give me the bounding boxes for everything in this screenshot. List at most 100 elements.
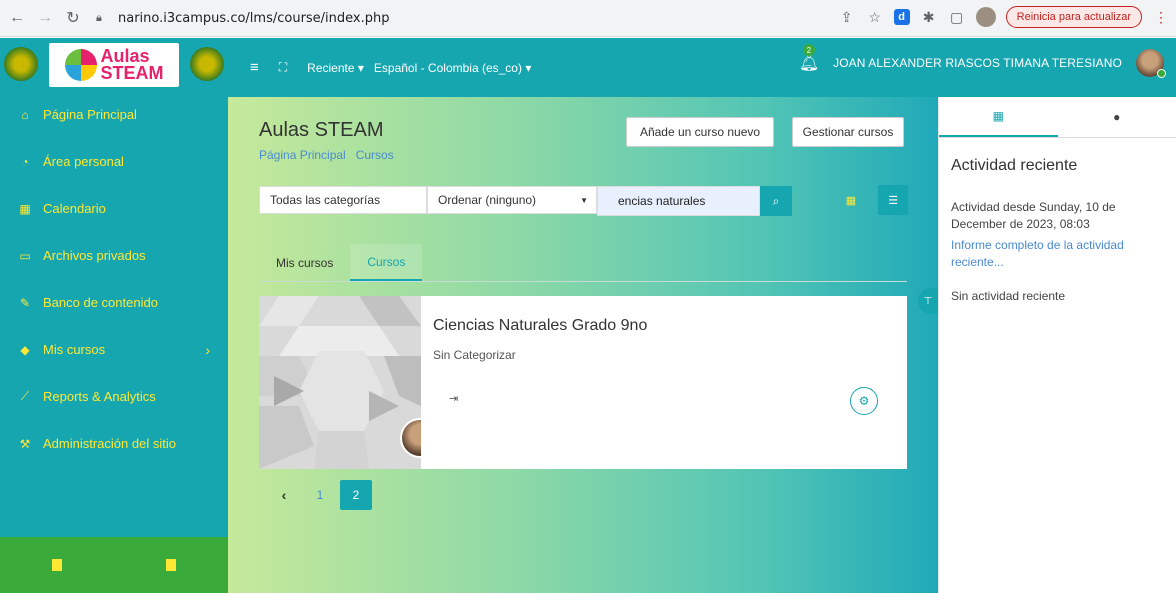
category-select[interactable]: Todas las categorías [259, 186, 427, 214]
user-avatar[interactable] [1136, 49, 1166, 78]
bookmark-star-icon[interactable]: ☆ [866, 8, 884, 26]
lock-icon: 🔒︎ [96, 11, 102, 24]
search-input[interactable]: encias naturales [597, 186, 760, 216]
wrench-icon: ⚒ [19, 436, 31, 451]
graduation-cap-icon: ◆ [20, 342, 30, 357]
breadcrumb: Página Principal Cursos [259, 148, 394, 162]
course-tabs: Mis cursos Cursos [259, 244, 907, 282]
update-browser-button[interactable]: Reinicia para actualizar [1005, 6, 1142, 28]
home-icon: ⌂ [21, 107, 29, 122]
tab-my-courses[interactable]: Mis cursos [259, 244, 350, 281]
page-title: Aulas STEAM [259, 119, 384, 141]
sign-in-icon: ⇥ [449, 393, 459, 405]
user-name[interactable]: JOAN ALEXANDER RIASCOS TIMANA TERESIANO [833, 56, 1122, 70]
sidebar-item-my-courses[interactable]: ◆ Mis cursos › [0, 326, 228, 373]
sidebar-footer [0, 537, 228, 593]
reload-icon[interactable]: ↻ [62, 7, 84, 29]
sidebar-item-calendar[interactable]: ▦ Calendario [0, 185, 228, 232]
sidebar-item-home[interactable]: ⌂ Página Principal [0, 91, 228, 138]
sidebar-item-reports[interactable]: ⟋ Reports & Analytics [0, 373, 228, 420]
right-drawer: ▦ ● Actividad reciente Actividad desde S… [938, 97, 1176, 593]
notification-count-badge: 2 [802, 44, 815, 56]
course-pattern [259, 296, 421, 469]
calendar-icon: ▦ [19, 201, 31, 216]
sidebar-item-label: Mis cursos [43, 342, 106, 357]
drawer-tab-comments-icon[interactable]: ● [1058, 97, 1176, 137]
logo-area: Aulas STEAM [0, 38, 228, 91]
sidebar-item-label: Reports & Analytics [43, 389, 156, 404]
notification-bell-icon[interactable]: 🔔︎ 2 [799, 44, 819, 73]
list-view-icon[interactable]: ☰ [878, 185, 908, 215]
breadcrumb-home[interactable]: Página Principal [259, 148, 346, 162]
dashboard-icon: ◔ [21, 154, 29, 169]
sidebar-item-private-files[interactable]: ▭ Archivos privados [0, 232, 228, 279]
search-button[interactable]: ⌕ [760, 186, 792, 216]
caret-down-icon: ▼ [580, 195, 588, 205]
recent-label: Reciente [307, 60, 355, 75]
pin-icon[interactable]: ⊤ [918, 288, 938, 314]
manage-courses-button[interactable]: Gestionar cursos [792, 117, 904, 147]
course-card[interactable]: Ciencias Naturales Grado 9no Sin Categor… [259, 296, 907, 469]
profile-avatar[interactable] [975, 7, 996, 27]
category-select-value: Todas las categorías [270, 193, 381, 207]
course-category: Sin Categorizar [433, 348, 516, 362]
language-menu[interactable]: Español - Colombia (es_co) ▾ [374, 61, 531, 75]
document-icon[interactable] [52, 559, 62, 571]
chart-icon: ⟋ [20, 389, 30, 403]
sidebar-item-site-admin[interactable]: ⚒ Administración del sitio [0, 420, 228, 467]
online-status-icon [1157, 69, 1166, 78]
hamburger-menu-icon[interactable]: ≡ [250, 59, 259, 76]
drawer-tab-blocks-icon[interactable]: ▦ [939, 97, 1058, 137]
logo-line-1: Aulas [100, 45, 150, 66]
tab-courses[interactable]: Cursos [350, 244, 423, 281]
site-logo[interactable]: Aulas STEAM [49, 42, 179, 87]
back-icon[interactable]: ← [6, 7, 28, 29]
sidebar-item-content-bank[interactable]: ✎ Banco de contenido [0, 279, 228, 326]
logo-mark-icon [64, 48, 97, 81]
grid-view-icon[interactable]: ▦ [840, 187, 862, 213]
sidebar-item-dashboard[interactable]: ◔ Área personal [0, 138, 228, 185]
full-report-link[interactable]: Informe completo de la actividad recient… [951, 237, 1165, 271]
sort-select[interactable]: Ordenar (ninguno) ▼ [427, 186, 597, 214]
side-panel-icon[interactable]: ▢ [948, 8, 966, 26]
pagination-page-1[interactable]: 1 [304, 480, 336, 510]
logo-line-2: STEAM [100, 62, 164, 83]
language-label: Español - Colombia (es_co) [373, 60, 522, 75]
kebab-menu-icon[interactable]: ⋮ [1152, 8, 1170, 26]
main-content: Aulas STEAM Página Principal Cursos Añad… [228, 97, 938, 593]
top-navbar: ≡ ⛶ Reciente ▾ Español - Colombia (es_co… [228, 38, 1176, 97]
add-course-button[interactable]: Añade un curso nuevo [626, 117, 774, 147]
archive-icon[interactable] [166, 559, 176, 571]
sidebar-item-label: Calendario [43, 201, 106, 216]
pagination-prev-icon[interactable]: ‹ [268, 480, 300, 510]
search-icon: ⌕ [772, 193, 780, 208]
sidebar-item-label: Archivos privados [43, 248, 146, 263]
breadcrumb-courses[interactable]: Cursos [356, 148, 394, 162]
extension-icon[interactable]: d [893, 9, 910, 25]
activity-since-text: Actividad desde Sunday, 10 de December d… [951, 200, 1116, 231]
sort-select-value: Ordenar (ninguno) [438, 193, 537, 207]
forward-icon[interactable]: → [34, 7, 56, 29]
gear-icon[interactable]: ⚙ [850, 387, 878, 415]
sidebar-item-label: Administración del sitio [43, 436, 176, 451]
pagination-page-2[interactable]: 2 [340, 480, 372, 510]
recent-activity-heading: Actividad reciente [951, 157, 1078, 174]
course-image[interactable] [259, 296, 421, 469]
seal-icon-left [4, 47, 38, 81]
file-icon: ▭ [19, 248, 31, 263]
share-icon[interactable]: ⇪ [838, 8, 856, 26]
extensions-puzzle-icon[interactable]: ✱ [920, 8, 938, 26]
course-title[interactable]: Ciencias Naturales Grado 9no [433, 317, 647, 335]
no-activity-text: Sin actividad reciente [951, 289, 1066, 303]
seal-icon-right [190, 47, 224, 81]
sidebar: Aulas STEAM ⌂ Página Principal ◔ Área pe… [0, 38, 228, 593]
browser-toolbar: ← → ↻ 🔒︎ narino.i3campus.co/lms/course/i… [0, 0, 1176, 37]
recent-menu[interactable]: Reciente ▾ [307, 61, 364, 75]
address-bar[interactable]: 🔒︎ narino.i3campus.co/lms/course/index.p… [96, 5, 816, 31]
chevron-right-icon: › [205, 341, 210, 358]
search-input-value: encias naturales [618, 194, 706, 208]
sidebar-item-label: Banco de contenido [43, 295, 158, 310]
sidebar-item-label: Área personal [43, 154, 124, 169]
fullscreen-icon[interactable]: ⛶ [279, 60, 287, 75]
sidebar-item-label: Página Principal [43, 107, 137, 122]
